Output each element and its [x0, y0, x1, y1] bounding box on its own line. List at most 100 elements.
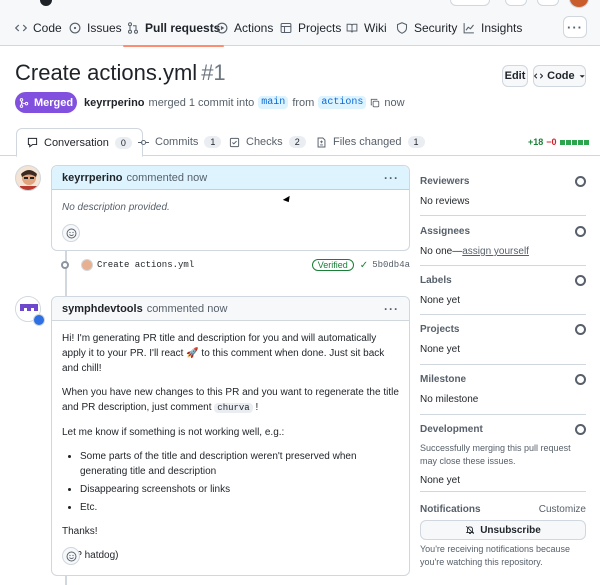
pr-number: #1	[201, 60, 226, 85]
commit-row: Create actions.yml Verified ✓ 5b0db4a	[55, 256, 410, 274]
nav-item-label: Actions	[234, 21, 274, 35]
file-diff-icon	[317, 137, 326, 147]
tab-label: Commits	[155, 136, 199, 148]
pull-request-icon	[127, 22, 139, 34]
tab-conversation[interactable]: Conversation 0	[16, 128, 143, 157]
more-menu-button[interactable]: ···	[563, 16, 587, 38]
pr-tabs: Conversation 0 Commits 1 Checks 2 Files …	[0, 128, 600, 157]
comment-action: commented now	[126, 171, 208, 184]
nav-item-code[interactable]: Code	[15, 10, 62, 46]
merge-icon	[19, 97, 29, 108]
tab-label: Files changed	[333, 136, 402, 148]
from-text: from	[292, 96, 315, 109]
add-reaction-button[interactable]	[62, 547, 80, 565]
nav-item-actions[interactable]: Actions	[216, 10, 273, 46]
comment-paragraph: Hi! I'm generating PR title and descript…	[62, 331, 399, 376]
header-button[interactable]	[537, 0, 559, 6]
avatar[interactable]	[15, 165, 41, 191]
tab-counter: 0	[114, 136, 132, 149]
base-branch[interactable]: main	[258, 96, 289, 109]
head-branch[interactable]: actions	[318, 96, 367, 109]
additions-count: +18	[528, 137, 544, 147]
header-button[interactable]	[505, 0, 527, 6]
gear-icon[interactable]	[575, 424, 586, 435]
code-dropdown-button[interactable]: Code	[533, 65, 586, 87]
user-avatar-icon	[16, 166, 40, 190]
sidebar-development: Development Successfully merging this pu…	[420, 424, 586, 492]
comment-author[interactable]: symphdevtools	[62, 303, 143, 315]
comment-header: symphdevtools commented now ···	[52, 297, 409, 321]
tab-counter: 1	[204, 136, 222, 148]
comment-paragraph: When you have new changes to this PR and…	[62, 385, 399, 416]
tab-checks[interactable]: Checks 2	[229, 128, 306, 156]
gear-icon[interactable]	[575, 324, 586, 335]
tab-commits[interactable]: Commits 1	[138, 128, 222, 156]
sidebar-value: No reviews	[420, 196, 470, 207]
comment-icon	[27, 137, 38, 148]
gear-icon[interactable]	[575, 226, 586, 237]
verified-badge[interactable]: Verified	[311, 259, 354, 271]
sidebar-labels: Labels None yet	[420, 275, 586, 315]
commit-sha-link[interactable]: 5b0db4a	[372, 260, 410, 270]
commit-message-link[interactable]: Create actions.yml	[97, 260, 194, 270]
pr-meta: keyrrperino merged 1 commit into main fr…	[84, 92, 405, 113]
table-icon	[280, 22, 292, 34]
smiley-icon	[66, 551, 76, 561]
checklist-icon	[229, 137, 240, 147]
nav-item-insights[interactable]: Insights	[463, 10, 522, 46]
user-avatar[interactable]	[569, 0, 589, 8]
tab-counter: 1	[407, 136, 425, 148]
global-header	[0, 0, 600, 10]
github-logo-icon[interactable]	[40, 0, 52, 6]
shield-icon	[396, 22, 408, 34]
code-button-label: Code	[547, 70, 575, 82]
sidebar-heading: Milestone	[420, 374, 467, 385]
nav-item-security[interactable]: Security	[396, 10, 457, 46]
gear-icon[interactable]	[575, 275, 586, 286]
sidebar-notifications: Notifications Customize	[420, 504, 586, 518]
unsubscribe-label: Unsubscribe	[480, 524, 541, 536]
sidebar-assignees: Assignees No one—assign yourself	[420, 226, 586, 266]
gear-icon[interactable]	[575, 374, 586, 385]
comment-options-button[interactable]: ···	[384, 171, 399, 185]
nav-item-issues[interactable]: Issues	[69, 10, 122, 46]
customize-link[interactable]: Customize	[539, 504, 586, 515]
tab-files-changed[interactable]: Files changed 1	[316, 128, 425, 156]
repo-nav: Code Issues Pull requests Actions Projec…	[0, 10, 600, 47]
author-link[interactable]: keyrrperino	[84, 97, 145, 109]
tab-label: Checks	[246, 136, 283, 148]
status-badge-label: Merged	[33, 96, 74, 109]
nav-item-wiki[interactable]: Wiki	[346, 10, 387, 46]
nav-item-pull-requests[interactable]: Pull requests	[122, 10, 225, 47]
commit-icon	[138, 139, 149, 145]
commit-author-avatar[interactable]	[81, 259, 93, 271]
assign-yourself-link[interactable]: assign yourself	[462, 246, 529, 257]
comment-author[interactable]: keyrrperino	[62, 172, 123, 184]
edit-button[interactable]: Edit	[502, 65, 528, 87]
nav-item-projects[interactable]: Projects	[280, 10, 341, 46]
code-icon	[534, 73, 544, 79]
header-button[interactable]	[450, 0, 490, 6]
merge-text: merged 1 commit into	[148, 96, 255, 109]
sidebar-value-text: No one—	[420, 246, 463, 257]
book-icon	[346, 23, 358, 33]
list-item: Some parts of the title and description …	[80, 449, 399, 479]
page-title: Create actions.yml #1	[15, 60, 226, 86]
sidebar-value: None yet	[420, 295, 461, 306]
gear-icon[interactable]	[575, 176, 586, 187]
copy-icon[interactable]	[370, 98, 380, 108]
code-icon	[15, 24, 27, 32]
nav-item-label: Security	[414, 21, 458, 35]
status-badge: Merged	[15, 92, 77, 113]
check-icon[interactable]: ✓	[360, 260, 368, 271]
comment-action: commented now	[146, 302, 228, 315]
add-reaction-button[interactable]	[62, 224, 80, 242]
pr-title-text: Create actions.yml	[15, 60, 198, 85]
comment-body: No description provided.	[52, 190, 409, 225]
sidebar-projects: Projects None yet	[420, 324, 586, 365]
unsubscribe-button[interactable]: Unsubscribe	[420, 520, 586, 540]
tab-counter: 2	[288, 136, 306, 148]
inline-code: churva	[214, 403, 253, 413]
deletions-count: −0	[546, 137, 557, 147]
comment-options-button[interactable]: ···	[384, 302, 399, 316]
